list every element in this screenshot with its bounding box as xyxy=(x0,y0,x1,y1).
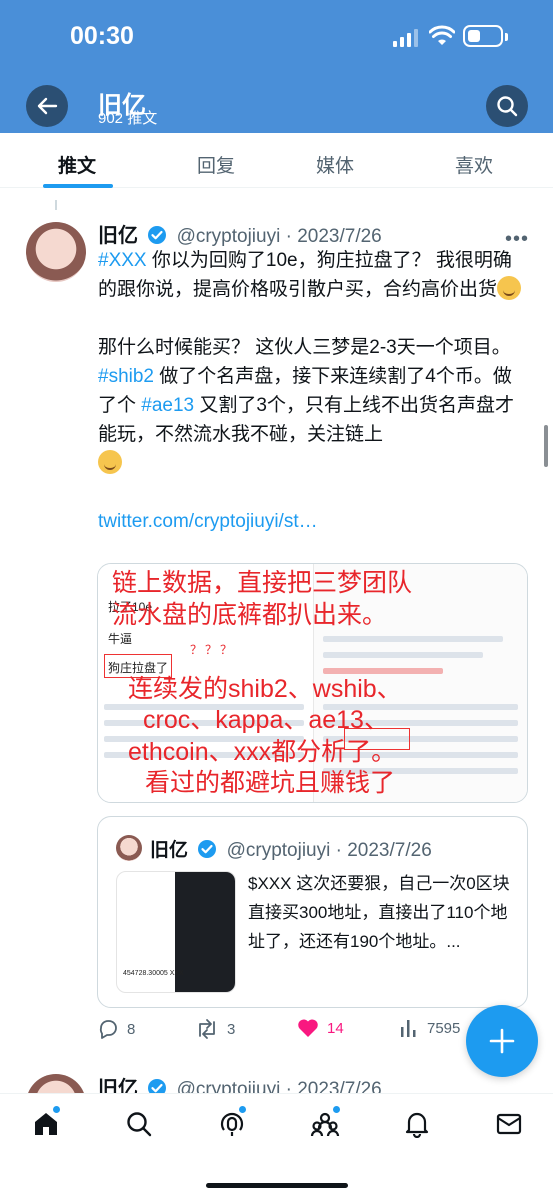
media-overlay-text: ethcoin、xxx都分析了。 xyxy=(128,738,397,766)
nav-notifications[interactable] xyxy=(402,1109,432,1139)
status-time: 00:30 xyxy=(70,22,134,50)
back-arrow-icon xyxy=(37,97,58,115)
back-button[interactable] xyxy=(26,85,68,127)
home-indicator xyxy=(206,1183,348,1188)
hashtag-link[interactable]: #shib2 xyxy=(98,366,154,387)
search-button[interactable] xyxy=(486,85,528,127)
quoted-tweet[interactable]: 旧亿 @cryptojiuyi · 2023/7/26 454728.30005… xyxy=(97,816,528,1008)
tweet-body: #XXX 你以为回购了10e，狗庄拉盘了？ 我很明确的跟你说，提高价格吸引散户买… xyxy=(98,246,528,536)
nav-home[interactable] xyxy=(31,1109,61,1139)
media-table-row xyxy=(323,636,503,642)
retweet-button[interactable]: 3 xyxy=(195,1018,235,1040)
verified-badge-icon xyxy=(198,840,217,858)
wifi-icon xyxy=(429,25,455,45)
header-bar: 00:30 旧亿 902 推文 xyxy=(0,0,553,133)
quoted-author-handle: @cryptojiuyi xyxy=(226,840,331,861)
media-overlay-text: 流水盘的底裤都扒出来。 xyxy=(112,601,388,629)
views-count: 7595 xyxy=(427,1019,461,1037)
nav-spaces[interactable] xyxy=(217,1109,247,1139)
hashtag-link[interactable]: #XXX xyxy=(98,250,147,271)
notification-dot xyxy=(239,1106,246,1113)
nav-communities[interactable] xyxy=(310,1109,340,1139)
retweet-icon xyxy=(199,1019,215,1039)
scrollbar[interactable] xyxy=(544,425,548,467)
tweet-date[interactable]: · 2023/7/26 xyxy=(286,226,382,247)
verified-badge-icon xyxy=(148,226,167,244)
monocle-emoji-icon xyxy=(98,450,122,474)
tweet-count: 902 推文 xyxy=(98,110,158,127)
author-handle[interactable]: @cryptojiuyi xyxy=(177,226,281,247)
tab-indicator xyxy=(43,184,113,188)
rofl-emoji-icon xyxy=(497,276,522,300)
explore-icon xyxy=(127,1112,152,1137)
tab-replies[interactable]: 回复 xyxy=(197,151,235,178)
quoted-author-name: 旧亿 xyxy=(150,840,189,861)
media-question-marks: ？？？ xyxy=(190,643,236,657)
cellular-signal-icon xyxy=(393,29,418,47)
notification-dot xyxy=(53,1106,60,1113)
media-label: 牛逼 xyxy=(108,632,133,646)
views-button[interactable]: 7595 xyxy=(399,1018,460,1038)
views-icon xyxy=(401,1020,416,1037)
quoted-tweet-text: $XXX 这次还要狠，自己一次0区块直接买300地址，直接出了110个地址了，还… xyxy=(248,874,510,951)
reply-button[interactable]: 8 xyxy=(97,1018,135,1040)
communities-icon xyxy=(310,1112,340,1137)
tweet-text: 你以为回购了10e，狗庄拉盘了？ 我很明确的跟你说，提高价格吸引散户买，合约高价… xyxy=(98,250,512,300)
thumbnail-caption: 454728.30005 XXX xyxy=(123,970,184,977)
quoted-author-row: 旧亿 @cryptojiuyi · 2023/7/26 xyxy=(150,835,432,862)
tweet-text: 那什么时候能买？ 这伙人三梦是2-3天一个项目。 xyxy=(98,337,511,358)
media-table-row xyxy=(323,652,483,658)
messages-icon xyxy=(496,1113,522,1135)
battery-icon xyxy=(463,25,508,47)
author-name[interactable]: 旧亿 xyxy=(98,225,138,247)
media-overlay-text: 看过的都避坑且赚钱了 xyxy=(145,769,396,797)
tab-likes[interactable]: 喜欢 xyxy=(455,151,493,178)
spaces-icon xyxy=(220,1112,244,1136)
media-overlay-text: 连续发的shib2、wshib、 xyxy=(128,675,402,703)
thread-line xyxy=(55,200,57,210)
like-button[interactable]: 14 xyxy=(297,1018,344,1038)
tweet-actions: 8 3 14 7595 xyxy=(97,1018,527,1048)
nav-messages[interactable] xyxy=(494,1109,524,1139)
notifications-icon xyxy=(405,1112,429,1138)
search-icon xyxy=(497,96,518,117)
compose-tweet-button[interactable] xyxy=(466,1005,538,1077)
plus-icon xyxy=(489,1028,515,1054)
media-overlay-text: 链上数据，直接把三梦团队 xyxy=(112,569,413,597)
reply-icon xyxy=(99,1020,117,1039)
hashtag-link[interactable]: #ae13 xyxy=(141,395,194,416)
profile-tabs: 推文 回复 媒体 喜欢 xyxy=(0,133,553,188)
retweet-count: 3 xyxy=(227,1020,236,1038)
tweet-author-row: 旧亿 @cryptojiuyi · 2023/7/26 xyxy=(98,219,382,248)
notification-dot xyxy=(333,1106,340,1113)
nav-explore[interactable] xyxy=(124,1109,154,1139)
tab-media[interactable]: 媒体 xyxy=(316,151,354,178)
heart-icon xyxy=(298,1019,318,1037)
quoted-media-thumbnail: 454728.30005 XXX xyxy=(116,871,236,993)
quoted-date: · 2023/7/26 xyxy=(335,840,432,861)
quoted-avatar xyxy=(116,835,142,861)
reply-count: 8 xyxy=(127,1020,136,1038)
avatar[interactable] xyxy=(26,222,86,282)
tab-tweets[interactable]: 推文 xyxy=(58,151,96,178)
home-icon xyxy=(35,1113,57,1135)
tweet-url-link[interactable]: twitter.com/cryptojiuyi/st… xyxy=(98,511,318,532)
media-overlay-text: croc、kappa、ae13、 xyxy=(143,706,389,734)
like-count: 14 xyxy=(327,1019,344,1037)
